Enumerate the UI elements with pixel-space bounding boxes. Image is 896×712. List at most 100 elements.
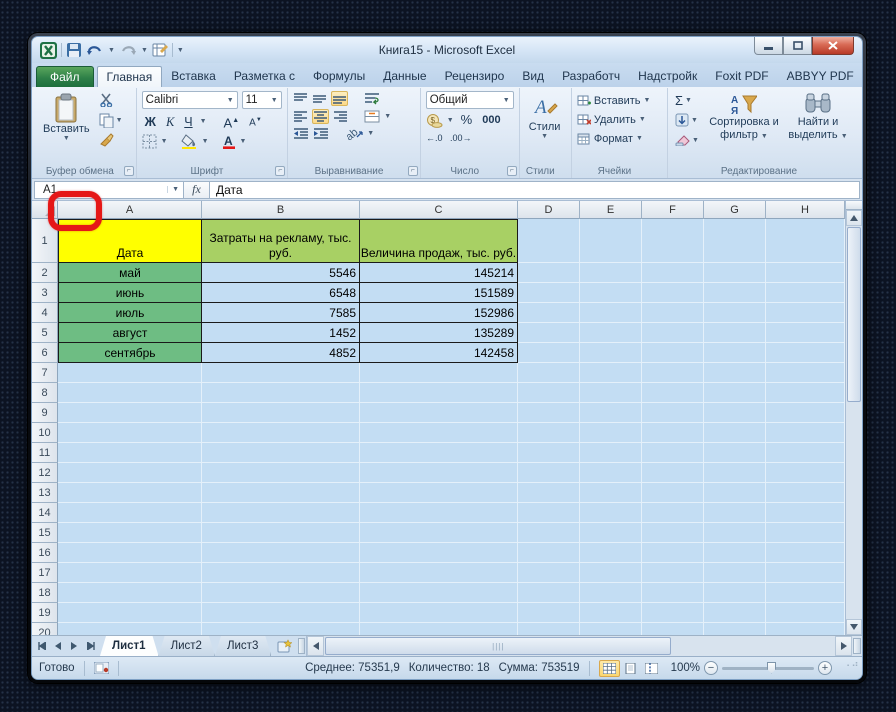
styles-button[interactable]: A Стили ▼ <box>525 91 565 163</box>
row-header-14[interactable]: 14 <box>32 503 58 523</box>
cell-D11[interactable] <box>518 443 580 463</box>
cell-A6[interactable]: сентябрь <box>58 343 202 363</box>
cell-A11[interactable] <box>58 443 202 463</box>
cell-D16[interactable] <box>518 543 580 563</box>
cell-D20[interactable] <box>518 623 580 635</box>
alignment-dialog-launcher[interactable]: ⌐ <box>407 166 418 176</box>
number-format-combo[interactable]: Общий ▼ <box>425 91 514 109</box>
cell-G16[interactable] <box>704 543 766 563</box>
cell-A16[interactable] <box>58 543 202 563</box>
cell-H17[interactable] <box>766 563 845 583</box>
cell-D7[interactable] <box>518 363 580 383</box>
name-box[interactable]: A1 ▼ <box>34 180 184 199</box>
insert-sheet-button[interactable] <box>271 636 297 656</box>
cell-E6[interactable] <box>580 343 642 363</box>
redo-dropdown-icon[interactable]: ▼ <box>141 47 148 54</box>
orientation-icon[interactable]: ab <box>347 127 363 140</box>
cell-G14[interactable] <box>704 503 766 523</box>
row-header-1[interactable]: 1 <box>32 219 58 263</box>
vertical-scroll-track[interactable] <box>846 403 862 619</box>
clipboard-dialog-launcher[interactable]: ⌐ <box>123 166 134 176</box>
page-break-view-button[interactable] <box>641 660 662 677</box>
cell-F11[interactable] <box>642 443 704 463</box>
cell-B19[interactable] <box>202 603 360 623</box>
cell-H4[interactable] <box>766 303 845 323</box>
cell-A9[interactable] <box>58 403 202 423</box>
row-header-12[interactable]: 12 <box>32 463 58 483</box>
cell-E13[interactable] <box>580 483 642 503</box>
cell-B5[interactable]: 1452 <box>202 323 360 343</box>
insert-cells-button[interactable]: Вставить ▼ <box>577 91 662 110</box>
font-color-dropdown-icon[interactable]: ▼ <box>240 138 247 145</box>
cell-B4[interactable]: 7585 <box>202 303 360 323</box>
vertical-split-handle[interactable] <box>846 201 862 210</box>
zoom-slider-thumb[interactable] <box>767 661 776 674</box>
clear-button[interactable]: ▼ <box>673 131 707 149</box>
column-header-C[interactable]: C <box>360 201 518 219</box>
cell-C5[interactable]: 135289 <box>360 323 518 343</box>
page-layout-view-button[interactable] <box>620 660 641 677</box>
cell-D4[interactable] <box>518 303 580 323</box>
cell-E20[interactable] <box>580 623 642 635</box>
align-center-icon[interactable] <box>312 109 330 124</box>
cell-F14[interactable] <box>642 503 704 523</box>
cell-C18[interactable] <box>360 583 518 603</box>
font-dialog-launcher[interactable]: ⌐ <box>275 166 286 176</box>
cell-D17[interactable] <box>518 563 580 583</box>
cell-H2[interactable] <box>766 263 845 283</box>
zoom-level[interactable]: 100% <box>671 662 700 674</box>
cell-C2[interactable]: 145214 <box>360 263 518 283</box>
row-header-19[interactable]: 19 <box>32 603 58 623</box>
italic-button[interactable]: К <box>163 114 177 130</box>
cell-D3[interactable] <box>518 283 580 303</box>
sort-filter-button[interactable]: АЯ Сортировка и фильтр ▼ <box>707 91 781 163</box>
cell-A15[interactable] <box>58 523 202 543</box>
find-select-button[interactable]: Найти и выделить ▼ <box>781 91 855 163</box>
bold-button[interactable]: Ж <box>142 114 159 130</box>
fill-button[interactable]: ▼ <box>673 111 707 129</box>
scroll-down-button[interactable] <box>846 619 862 635</box>
cell-G10[interactable] <box>704 423 766 443</box>
cell-E1[interactable] <box>580 219 642 263</box>
cell-D5[interactable] <box>518 323 580 343</box>
minimize-button[interactable] <box>754 37 783 55</box>
borders-button[interactable] <box>142 134 157 149</box>
restore-button[interactable] <box>783 37 812 55</box>
cell-H7[interactable] <box>766 363 845 383</box>
zoom-in-button[interactable]: + <box>818 661 832 675</box>
cell-A8[interactable] <box>58 383 202 403</box>
cell-H10[interactable] <box>766 423 845 443</box>
cell-G13[interactable] <box>704 483 766 503</box>
cell-B16[interactable] <box>202 543 360 563</box>
cell-G8[interactable] <box>704 383 766 403</box>
cell-C15[interactable] <box>360 523 518 543</box>
formula-input[interactable]: Дата <box>210 180 860 199</box>
cell-D15[interactable] <box>518 523 580 543</box>
macro-record-icon[interactable] <box>93 662 109 674</box>
shrink-font-button[interactable]: А▼ <box>246 112 265 131</box>
font-color-button[interactable]: А <box>222 134 236 150</box>
close-button[interactable] <box>812 37 854 55</box>
cell-B3[interactable]: 6548 <box>202 283 360 303</box>
cell-H18[interactable] <box>766 583 845 603</box>
cell-C6[interactable]: 142458 <box>360 343 518 363</box>
cell-E10[interactable] <box>580 423 642 443</box>
cell-H5[interactable] <box>766 323 845 343</box>
row-header-16[interactable]: 16 <box>32 543 58 563</box>
scroll-left-button[interactable] <box>307 636 325 656</box>
cell-C12[interactable] <box>360 463 518 483</box>
delete-cells-button[interactable]: Удалить ▼ <box>577 110 662 129</box>
copy-button[interactable]: ▼ <box>97 111 131 129</box>
horizontal-scroll-track[interactable]: |||| <box>324 636 835 656</box>
cell-A13[interactable] <box>58 483 202 503</box>
cell-G5[interactable] <box>704 323 766 343</box>
increase-indent-icon[interactable] <box>313 127 329 140</box>
undo-icon[interactable] <box>86 43 104 57</box>
accounting-format-icon[interactable]: $ <box>426 113 443 128</box>
cell-H13[interactable] <box>766 483 845 503</box>
cell-H19[interactable] <box>766 603 845 623</box>
normal-view-button[interactable] <box>598 659 620 677</box>
cell-A10[interactable] <box>58 423 202 443</box>
cell-G4[interactable] <box>704 303 766 323</box>
select-all-button[interactable] <box>32 201 58 219</box>
